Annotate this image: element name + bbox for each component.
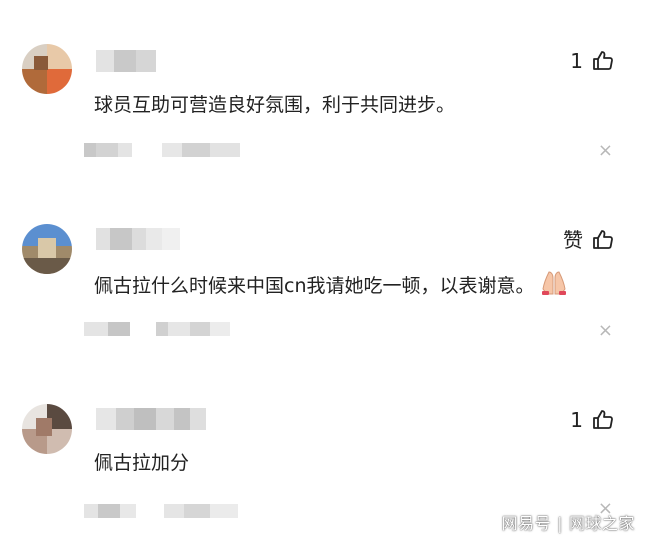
comment-item: 赞 佩古拉什么时候来中国cn我请她吃一顿，以表谢意。 ×: [0, 180, 649, 340]
comment-text: 佩古拉加分: [94, 452, 190, 474]
comment-meta-blurred: [84, 504, 238, 518]
like-count: 1: [570, 408, 583, 432]
username-blurred[interactable]: [96, 408, 206, 430]
comment-text: 佩古拉什么时候来中国cn我请她吃一顿，以表谢意。: [94, 270, 569, 303]
avatar[interactable]: [22, 224, 72, 274]
comment-item: 1 球员互助可营造良好氛围，利于共同进步。 ×: [0, 0, 649, 160]
avatar[interactable]: [22, 44, 72, 94]
username-blurred[interactable]: [96, 50, 156, 72]
watermark-separator: |: [557, 514, 563, 533]
watermark-account: 网球之家: [568, 514, 635, 533]
thumbs-up-icon: [593, 51, 613, 70]
like-button[interactable]: 1: [570, 408, 615, 432]
comment-text-content: 佩古拉什么时候来中国cn我请她吃一顿，以表谢意。: [94, 275, 535, 297]
like-label: 赞: [563, 228, 583, 252]
thumbs-up-icon: [593, 410, 613, 429]
watermark: 网易号 | 网球之家: [502, 510, 635, 534]
close-icon[interactable]: ×: [598, 142, 613, 160]
comment-item: 1 佩古拉加分 ×: [0, 360, 649, 520]
avatar[interactable]: [22, 404, 72, 454]
comment-meta-blurred: [84, 143, 240, 157]
folded-hands-emoji: [539, 270, 569, 303]
username-blurred[interactable]: [96, 228, 180, 250]
like-button[interactable]: 1: [570, 49, 615, 73]
comment-text: 球员互助可营造良好氛围，利于共同进步。: [94, 94, 456, 116]
comment-meta-blurred: [84, 322, 230, 336]
close-icon[interactable]: ×: [598, 322, 613, 340]
thumbs-up-icon: [593, 230, 613, 249]
like-count: 1: [570, 49, 583, 73]
like-button[interactable]: 赞: [563, 228, 615, 252]
watermark-source: 网易号: [501, 514, 552, 533]
